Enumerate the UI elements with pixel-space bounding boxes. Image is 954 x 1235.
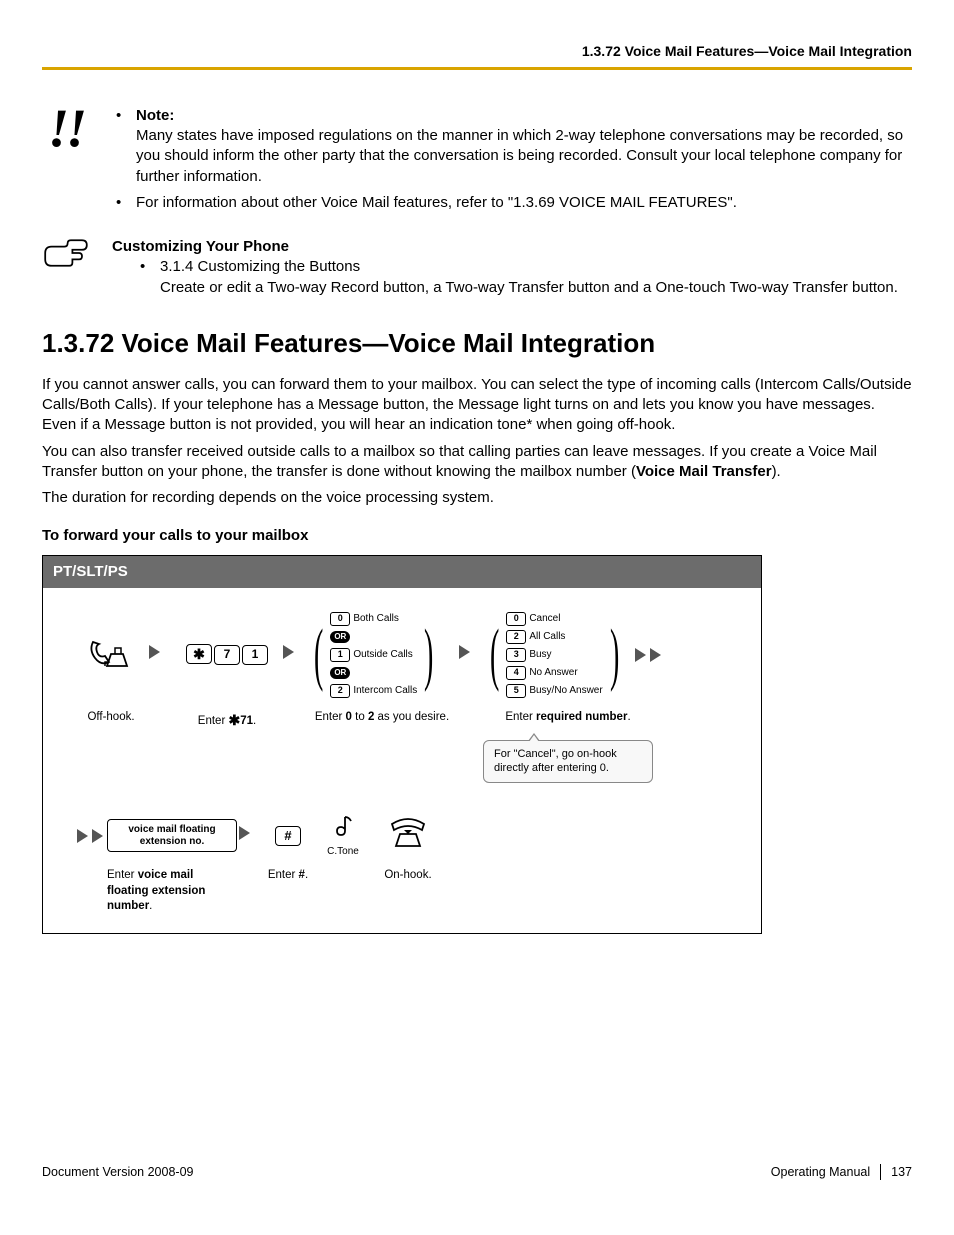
ext-number-box: voice mail floatingextension no. — [107, 819, 237, 852]
note-block: !! Note: Many states have imposed regula… — [42, 106, 912, 219]
procedure-diagram: PT/SLT/PS ✱71 ( 0Bo — [42, 555, 762, 934]
arrow-icon — [239, 826, 250, 840]
key-2b: 2 — [506, 630, 526, 644]
ctone-label: C.Tone — [313, 845, 373, 859]
key-pound: # — [275, 826, 301, 846]
brace-left-icon: ( — [314, 630, 323, 679]
note-item-2: For information about other Voice Mail f… — [112, 193, 912, 213]
key-1: 1 — [242, 645, 268, 665]
header-rule — [42, 67, 912, 70]
section-para-2: You can also transfer received outside c… — [42, 442, 912, 483]
cancel-note-bubble: For "Cancel", go on-hook directly after … — [483, 740, 653, 784]
caption-onhook: On-hook. — [373, 868, 443, 915]
key-star: ✱ — [186, 644, 212, 664]
section-para-3: The duration for recording depends on th… — [42, 488, 912, 508]
section-title: 1.3.72 Voice Mail Features—Voice Mail In… — [42, 326, 912, 361]
or-pill: OR — [330, 667, 350, 679]
arrow-icon — [77, 829, 88, 843]
customize-heading: Customizing Your Phone — [112, 237, 912, 257]
procedure-subhead: To forward your calls to your mailbox — [42, 526, 912, 546]
key-7: 7 — [214, 645, 240, 665]
brace-right-icon: ) — [610, 630, 619, 679]
note-label: Note: — [136, 107, 174, 124]
offhook-phone-icon — [87, 632, 135, 672]
arrow-icon — [635, 648, 646, 662]
key-4: 4 — [506, 666, 526, 680]
running-header: 1.3.72 Voice Mail Features—Voice Mail In… — [42, 42, 912, 61]
caption-enterpound: Enter #. — [263, 868, 313, 915]
footer-doc-version: Document Version 2008-09 — [42, 1164, 193, 1181]
caption-enter71: Enter ✱71. — [173, 710, 281, 783]
key-1b: 1 — [330, 648, 350, 662]
key-3: 3 — [506, 648, 526, 662]
arrow-icon — [459, 645, 470, 659]
footer-separator — [880, 1164, 881, 1180]
caption-offhook: Off-hook. — [75, 710, 147, 783]
caption-enterreq: Enter required number. — [483, 710, 653, 726]
note-body: Many states have imposed regulations on … — [136, 127, 903, 185]
diagram-header: PT/SLT/PS — [43, 556, 761, 588]
onhook-phone-icon — [386, 816, 430, 850]
or-pill: OR — [330, 631, 350, 643]
brace-left-icon: ( — [490, 630, 499, 679]
exclaim-icon: !! — [42, 106, 112, 152]
key-0b: 0 — [506, 612, 526, 626]
arrow-icon — [283, 645, 294, 659]
note-item-1: Note: Many states have imposed regulatio… — [112, 106, 912, 187]
key-5: 5 — [506, 684, 526, 698]
caption-enterext: Enter voice mail floating extension numb… — [107, 868, 237, 915]
page-footer: Document Version 2008-09 Operating Manua… — [42, 1164, 912, 1184]
key-0: 0 — [330, 612, 350, 626]
caption-enter02: Enter 0 to 2 as you desire. — [307, 710, 457, 783]
footer-manual-label: Operating Manual — [771, 1164, 870, 1181]
pointing-hand-icon — [42, 237, 90, 269]
arrow-icon — [92, 829, 103, 843]
brace-right-icon: ) — [424, 630, 433, 679]
key-2: 2 — [330, 684, 350, 698]
arrow-icon — [650, 648, 661, 662]
confirmation-tone-icon — [331, 813, 355, 839]
section-para-1: If you cannot answer calls, you can forw… — [42, 375, 912, 436]
arrow-icon — [149, 645, 160, 659]
customize-item: 3.1.4 Customizing the Buttons Create or … — [136, 257, 912, 298]
customize-block: Customizing Your Phone 3.1.4 Customizing… — [42, 237, 912, 298]
footer-page-number: 137 — [891, 1164, 912, 1181]
